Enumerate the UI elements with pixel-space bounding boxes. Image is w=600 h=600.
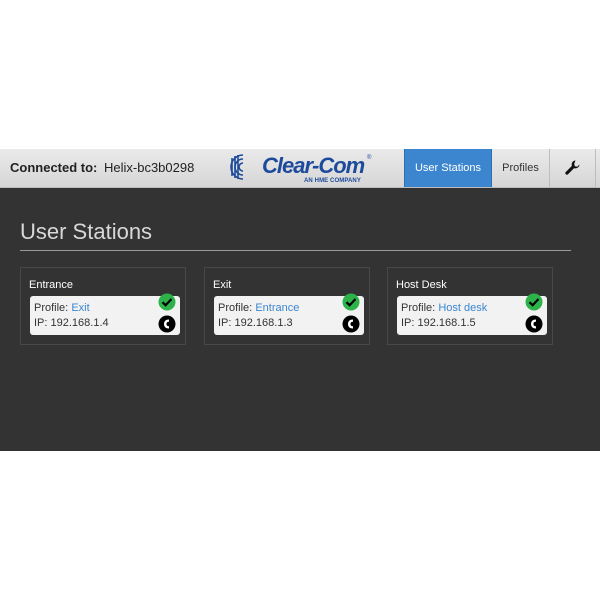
station-name: Host Desk bbox=[396, 279, 447, 291]
ip-address: 192.168.1.5 bbox=[417, 317, 476, 329]
logo-brand: Clear-Com bbox=[262, 153, 365, 178]
check-circle-icon bbox=[342, 293, 360, 311]
device-name: Helix-bc3b0298 bbox=[104, 160, 195, 175]
phone-handset-icon bbox=[525, 315, 543, 333]
station-name: Exit bbox=[213, 279, 232, 291]
station-ip-line: IP: 192.168.1.5 bbox=[401, 317, 476, 329]
phone-handset-icon bbox=[342, 315, 360, 333]
clear-com-logo: Clear-Com ® AN HME COMPANY bbox=[226, 151, 376, 185]
ip-label: IP: bbox=[34, 317, 48, 329]
tab-profiles[interactable]: Profiles bbox=[492, 149, 550, 187]
wrench-icon bbox=[565, 160, 580, 175]
connected-label: Connected to: bbox=[10, 160, 98, 175]
profile-link[interactable]: Exit bbox=[71, 302, 89, 314]
station-info-panel: Profile: Exit IP: 192.168.1.4 bbox=[30, 293, 180, 335]
logo-tagline: AN HME COMPANY bbox=[304, 178, 361, 184]
station-profile-line: Profile: Host desk bbox=[401, 302, 487, 314]
profile-link[interactable]: Entrance bbox=[255, 302, 299, 314]
check-circle-icon bbox=[525, 293, 543, 311]
logo-mark-icon bbox=[230, 154, 244, 180]
profile-label: Profile: bbox=[218, 302, 253, 314]
ip-address: 192.168.1.4 bbox=[50, 317, 109, 329]
profile-label: Profile: bbox=[34, 302, 69, 314]
station-card-entrance[interactable]: Entrance Profile: Exit IP: 192.168.1.4 bbox=[20, 267, 186, 345]
logo-registered: ® bbox=[367, 155, 372, 161]
check-circle-icon bbox=[158, 293, 176, 311]
ip-label: IP: bbox=[218, 317, 232, 329]
app-window: Connected to: Helix-bc3b0298 Clear-Com ®… bbox=[0, 149, 600, 451]
top-bar: Connected to: Helix-bc3b0298 Clear-Com ®… bbox=[0, 149, 600, 188]
ip-label: IP: bbox=[401, 317, 415, 329]
station-profile-line: Profile: Entrance bbox=[218, 302, 299, 314]
page-title: User Stations bbox=[20, 219, 153, 244]
station-ip-line: IP: 192.168.1.4 bbox=[34, 317, 109, 329]
station-profile-line: Profile: Exit bbox=[34, 302, 90, 314]
ip-address: 192.168.1.3 bbox=[234, 317, 293, 329]
title-divider bbox=[20, 250, 571, 251]
station-ip-line: IP: 192.168.1.3 bbox=[218, 317, 293, 329]
tab-user-stations[interactable]: User Stations bbox=[404, 149, 492, 187]
profile-link[interactable]: Host desk bbox=[438, 302, 487, 314]
station-info-panel: Profile: Entrance IP: 192.168.1.3 bbox=[214, 293, 364, 335]
station-name: Entrance bbox=[29, 279, 74, 291]
phone-handset-icon bbox=[158, 315, 176, 333]
tab-settings[interactable] bbox=[550, 149, 596, 187]
station-card-exit[interactable]: Exit Profile: Entrance IP: 192.168.1.3 bbox=[204, 267, 370, 345]
station-info-panel: Profile: Host desk IP: 192.168.1.5 bbox=[397, 293, 547, 335]
station-card-host-desk[interactable]: Host Desk Profile: Host desk IP: 192.168… bbox=[387, 267, 553, 345]
profile-label: Profile: bbox=[401, 302, 436, 314]
